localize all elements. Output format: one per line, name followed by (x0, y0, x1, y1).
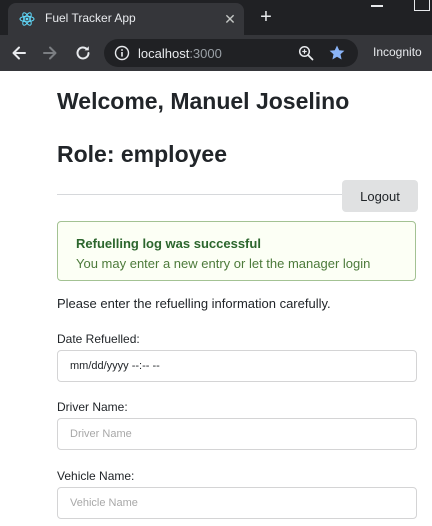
minimize-window-icon[interactable] (371, 5, 383, 7)
form-intro-text: Please enter the refuelling information … (57, 296, 331, 311)
zoom-icon[interactable] (298, 45, 314, 61)
address-bar[interactable]: localhost:3000 (104, 39, 358, 67)
reload-icon[interactable] (73, 43, 93, 63)
driver-name-input[interactable] (57, 418, 417, 450)
driver-name-label: Driver Name: (57, 400, 128, 414)
header-divider (57, 194, 343, 195)
logout-button[interactable]: Logout (342, 180, 418, 212)
vehicle-name-label: Vehicle Name: (57, 469, 135, 483)
alert-message: You may enter a new entry or let the man… (76, 256, 371, 271)
page-content: Welcome, Manuel Joselino Role: employee … (0, 71, 432, 526)
url-host: localhost (138, 46, 190, 61)
browser-tab-bar: Fuel Tracker App ✕ + (0, 0, 432, 35)
info-icon[interactable] (114, 45, 130, 61)
url-port: :3000 (189, 46, 222, 61)
browser-toolbar: localhost:3000 Incognito (0, 35, 432, 71)
alert-title: Refuelling log was successful (76, 236, 261, 251)
role-heading: Role: employee (57, 141, 227, 167)
vehicle-name-input[interactable] (57, 487, 417, 519)
browser-tab[interactable]: Fuel Tracker App ✕ (8, 3, 244, 35)
date-refuelled-label: Date Refuelled: (57, 332, 140, 346)
close-tab-icon[interactable]: ✕ (222, 11, 238, 27)
forward-arrow-icon[interactable] (40, 43, 60, 63)
react-logo-icon (19, 12, 35, 26)
success-alert: Refuelling log was successful You may en… (57, 221, 416, 281)
tab-title: Fuel Tracker App (45, 11, 136, 25)
bookmark-star-icon[interactable] (328, 44, 346, 62)
new-tab-icon[interactable]: + (257, 7, 275, 27)
url-text[interactable]: localhost:3000 (138, 46, 222, 61)
maximize-window-icon[interactable] (414, 0, 430, 11)
date-refuelled-input[interactable]: mm/dd/yyyy --:-- -- (57, 350, 417, 382)
incognito-label[interactable]: Incognito (373, 45, 422, 59)
date-refuelled-value: mm/dd/yyyy --:-- -- (70, 360, 160, 372)
welcome-heading: Welcome, Manuel Joselino (57, 88, 350, 114)
back-arrow-icon[interactable] (9, 43, 29, 63)
